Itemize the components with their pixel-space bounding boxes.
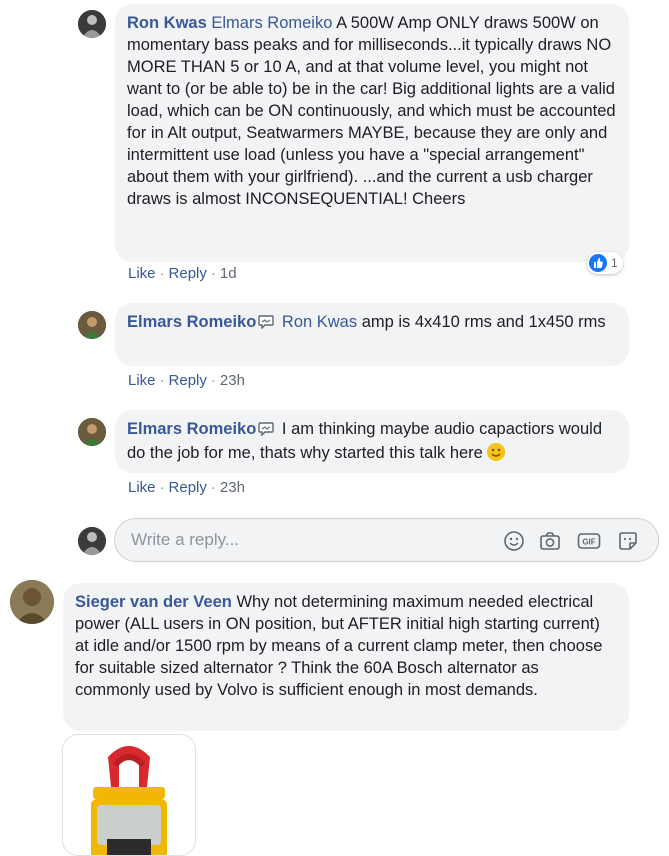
reply-input[interactable]: Write a reply... GIF (114, 518, 659, 562)
like-link[interactable]: Like (128, 265, 156, 282)
timestamp[interactable]: 23h (220, 479, 245, 496)
comment-bubble: Elmars Romeiko I am thinking maybe audio… (115, 410, 629, 473)
gif-icon[interactable]: GIF (577, 530, 601, 552)
comment-bubble: Sieger van der Veen Why not determining … (63, 583, 629, 731)
comment-text: amp is 4x410 rms and 1x450 rms (361, 313, 606, 331)
comment-actions: Like · Reply · 23h (128, 372, 245, 389)
smiley-icon[interactable] (503, 530, 525, 552)
comment-author[interactable]: Ron Kwas (127, 14, 207, 32)
like-link[interactable]: Like (128, 479, 156, 496)
sticker-icon[interactable] (617, 530, 639, 552)
reply-link[interactable]: Reply (169, 372, 207, 389)
comment-author[interactable]: Elmars Romeiko (127, 420, 256, 438)
gif-icon-label: GIF (582, 538, 595, 547)
comment-mention[interactable]: Elmars Romeiko (211, 14, 332, 32)
comment-bubble: Ron Kwas Elmars Romeiko A 500W Amp ONLY … (115, 4, 629, 262)
avatar-sieger-van-der-veen[interactable] (10, 580, 54, 624)
avatar-ron-kwas[interactable] (78, 10, 106, 38)
timestamp[interactable]: 23h (220, 372, 245, 389)
messenger-icon (258, 420, 275, 442)
reply-placeholder: Write a reply... (131, 530, 240, 549)
comment-author[interactable]: Elmars Romeiko (127, 313, 256, 331)
comment-author[interactable]: Sieger van der Veen (75, 593, 232, 611)
comment-bubble: Elmars Romeiko Ron Kwas amp is 4x410 rms… (115, 303, 629, 366)
reply-link[interactable]: Reply (169, 479, 207, 496)
avatar-elmars-romeiko[interactable] (78, 311, 106, 339)
avatar-current-user (78, 527, 106, 555)
comment-mention[interactable]: Ron Kwas (282, 313, 357, 331)
attached-image-clamp-meter[interactable] (62, 734, 196, 856)
like-reaction-icon (589, 254, 607, 272)
messenger-icon (258, 313, 275, 335)
comment-text: A 500W Amp ONLY draws 500W on momentary … (127, 14, 616, 208)
smiling-face-emoji-icon (487, 443, 506, 461)
comment-actions: Like · Reply · 1d (128, 265, 237, 282)
like-link[interactable]: Like (128, 372, 156, 389)
reaction-summary[interactable]: 1 (587, 252, 623, 274)
reaction-count: 1 (611, 256, 618, 270)
reply-link[interactable]: Reply (169, 265, 207, 282)
comment-actions: Like · Reply · 23h (128, 479, 245, 496)
camera-icon[interactable] (539, 530, 561, 552)
avatar-elmars-romeiko[interactable] (78, 418, 106, 446)
timestamp[interactable]: 1d (220, 265, 237, 282)
